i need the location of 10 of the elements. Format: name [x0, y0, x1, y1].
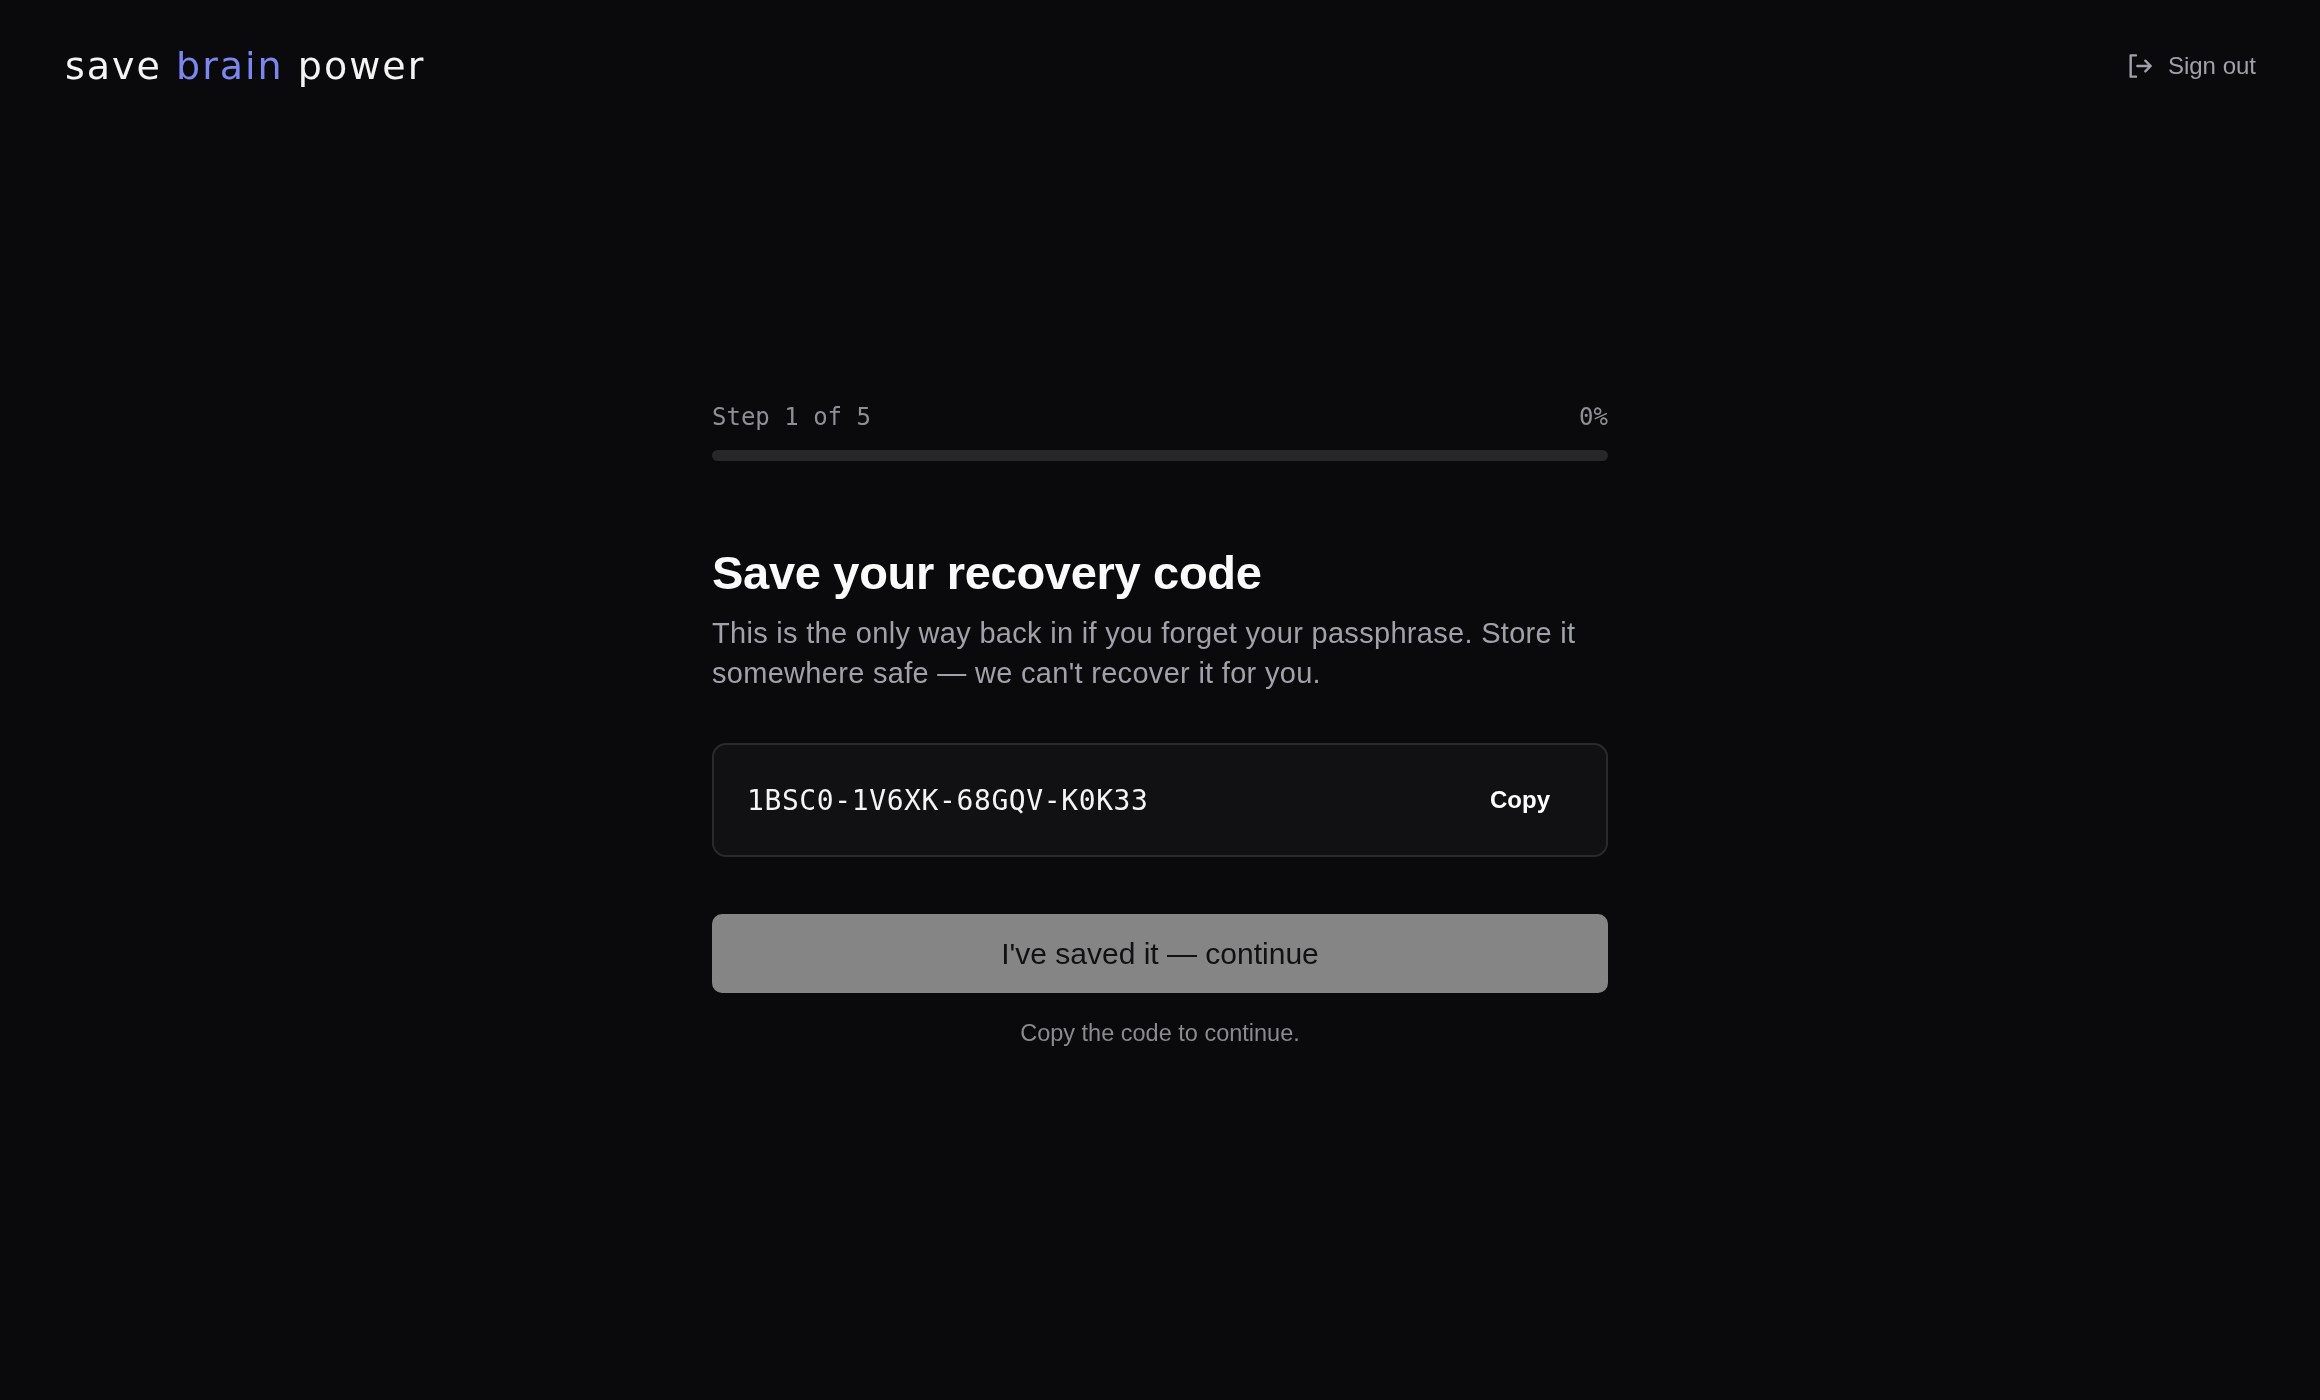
recovery-code: 1BSC0-1V6XK-68GQV-K0K33: [747, 783, 1149, 817]
step-label: Step 1 of 5: [712, 402, 871, 432]
hint-text: Copy the code to continue.: [1019, 1019, 1301, 1048]
copy-button[interactable]: Copy: [1490, 786, 1550, 814]
progress-percent: 0%: [1579, 402, 1608, 432]
sign-out-icon: [2127, 54, 2152, 78]
sign-out-link[interactable]: Sign out: [2127, 50, 2256, 82]
page-title: Save your recovery code: [712, 545, 1263, 601]
description-text: This is the only way back in if you forget your passphrase. Store it somewhere safe — we can't recover it for you.: [712, 616, 1577, 691]
logo: save brain power: [65, 43, 426, 90]
